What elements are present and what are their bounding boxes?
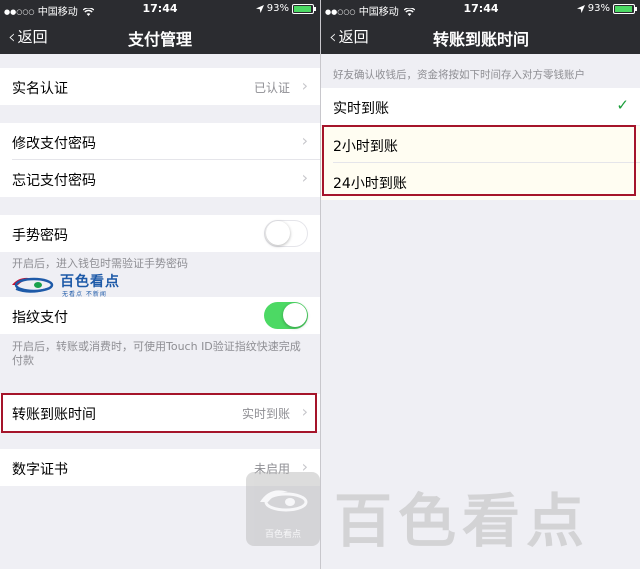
chevron-right-icon: › (301, 131, 308, 150)
page-title: 支付管理 (127, 30, 192, 49)
chevron-right-icon: › (301, 76, 308, 95)
battery-icon (613, 3, 637, 14)
watermark-logo-large: 百色看点 百色看点 (246, 472, 636, 555)
cell-label: 实名认证 (12, 81, 68, 97)
watermark-badge: 百色看点 (246, 472, 320, 546)
highlight-box (1, 393, 317, 433)
battery-icon (292, 3, 316, 14)
toggle-knob (266, 221, 290, 245)
touch-id-toggle[interactable] (264, 302, 308, 329)
transfer-time-note: 好友确认收钱后，资金将按如下时间存入对方零钱账户 (333, 69, 585, 81)
watermark-badge-caption: 百色看点 (264, 530, 301, 540)
watermark-logo-icon (12, 277, 54, 293)
cell-forgot-pay-password[interactable]: 忘记支付密码 › (0, 160, 320, 197)
nav-bar: ‹ 返回 支付管理 (0, 17, 320, 54)
chevron-right-icon: › (301, 168, 308, 187)
watermark-slogan: 无看点 不新闻 (62, 291, 107, 298)
gesture-password-toggle[interactable] (264, 220, 308, 247)
status-bar: ●●○○○ 中国移动 17:44 93% (321, 0, 640, 18)
option-realtime[interactable]: 实时到账 ✓ (321, 88, 640, 125)
watermark-logo-icon (260, 490, 308, 512)
cell-label: 指纹支付 (12, 310, 68, 326)
battery-percent: 93% (587, 3, 610, 14)
cell-value: 已认证 (253, 81, 290, 95)
highlight-box (322, 125, 636, 196)
cell-gesture-password: 手势密码 (0, 215, 320, 252)
cell-label: 数字证书 (12, 462, 68, 478)
cell-label: 手势密码 (12, 228, 68, 244)
status-bar: ●●○○○ 中国移动 17:44 93% (0, 0, 320, 18)
checkmark-icon: ✓ (616, 96, 629, 114)
cell-touch-id-pay: 指纹支付 (0, 297, 320, 334)
watermark-name: 百色看点 (60, 274, 120, 290)
nav-bar: ‹ 返回 转账到账时间 (321, 17, 640, 54)
gesture-footnote: 开启后，进入钱包时需验证手势密码 (12, 257, 188, 270)
location-icon (576, 4, 585, 13)
touch-id-footnote: 开启后，转账或消费时，可使用Touch ID验证指纹快速完成付款 (12, 340, 301, 367)
cell-label: 修改支付密码 (12, 136, 96, 152)
battery-percent: 93% (266, 3, 289, 14)
toggle-knob (283, 303, 307, 327)
option-label: 实时到账 (333, 101, 389, 117)
cell-change-pay-password[interactable]: 修改支付密码 › (0, 123, 320, 160)
watermark-text: 百色看点 (334, 487, 591, 555)
cell-real-name-auth[interactable]: 实名认证 已认证 › (0, 68, 320, 105)
page-title: 转账到账时间 (432, 30, 529, 49)
cell-label: 忘记支付密码 (12, 173, 96, 189)
location-icon (255, 4, 264, 13)
watermark-logo-small: 百色看点 无看点 不新闻 (10, 271, 140, 299)
